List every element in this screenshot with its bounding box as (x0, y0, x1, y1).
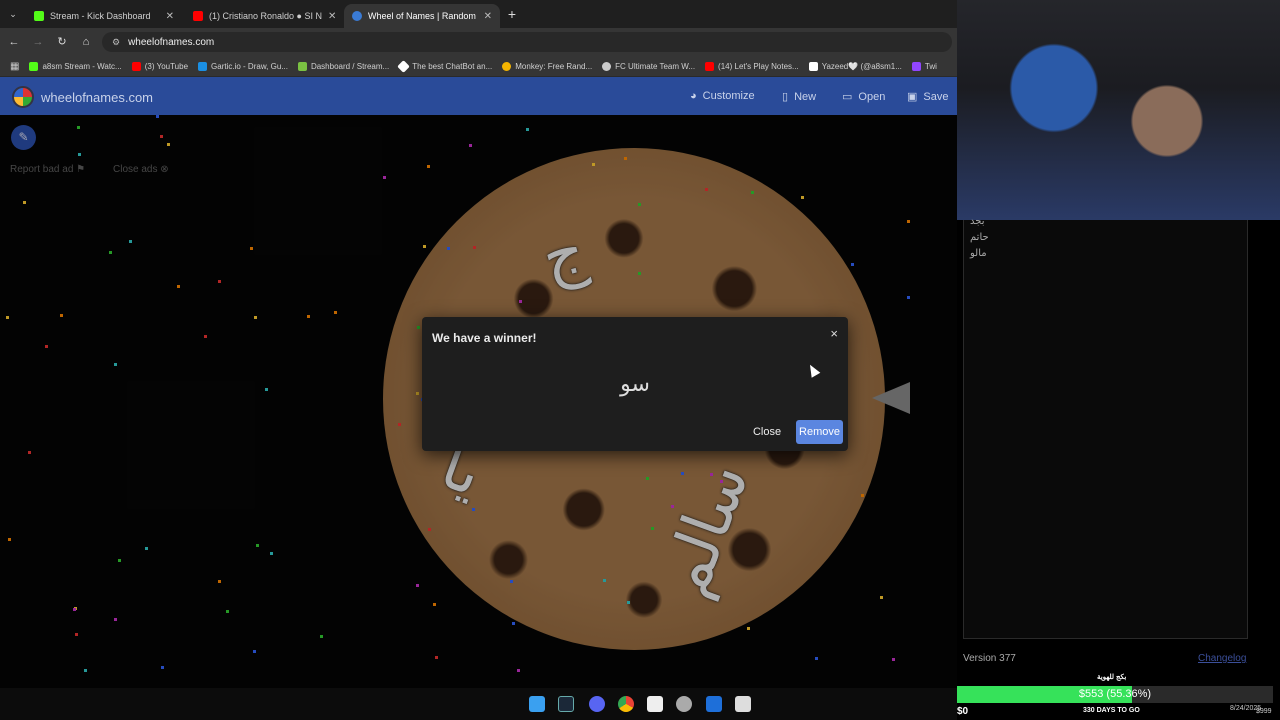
dashboard-icon (297, 61, 307, 71)
kick-icon (34, 11, 44, 21)
goal-title: بكج للهوية (1097, 674, 1127, 681)
goal-start: $0 (957, 706, 969, 717)
entry-item[interactable]: مالو (970, 248, 987, 259)
gartic-icon (198, 61, 208, 71)
bookmark-item[interactable]: (14) Let's Play Notes... (705, 61, 799, 71)
tab-label: Stream - Kick Dashboard (50, 11, 151, 21)
bookmark-item[interactable]: Twi (911, 61, 937, 71)
palette-icon: ◕ (690, 90, 697, 102)
bookmark-item[interactable]: The best ChatBot an... (397, 59, 493, 73)
forward-arrow-icon[interactable]: → (30, 34, 46, 50)
goal-days-left: 330 DAYS TO GO (1083, 707, 1140, 714)
save-button[interactable]: ▣ Save (907, 90, 949, 104)
site-info-icon[interactable]: ⚙ (112, 37, 120, 48)
chatbot-icon (397, 59, 411, 73)
goal-target: $999 (1256, 708, 1272, 715)
open-label: Open (858, 90, 886, 103)
new-button[interactable]: ▯ New (782, 90, 817, 104)
url-text: wheelofnames.com (128, 36, 215, 48)
bookmark-label: FC Ultimate Team W... (615, 61, 696, 71)
folder-icon: ▭ (842, 91, 853, 103)
customize-button[interactable]: ◕ Customize (690, 90, 755, 102)
tab-wheel-of-names[interactable]: Wheel of Names | Random ✕ (344, 4, 500, 28)
dialog-title: We have a winner! (432, 331, 537, 345)
new-label: New (794, 90, 817, 103)
wheel-logo-icon[interactable] (12, 86, 34, 108)
close-tab-icon[interactable]: ✕ (166, 11, 174, 22)
close-icon[interactable]: × (830, 326, 838, 341)
youtube-icon (131, 61, 141, 71)
discord-icon[interactable] (589, 696, 605, 712)
monkey-icon (502, 61, 512, 71)
tab-kick-dashboard[interactable]: Stream - Kick Dashboard ✕ (26, 4, 182, 28)
bookmark-item[interactable]: Gartic.io - Draw, Gu... (198, 61, 288, 71)
back-arrow-icon[interactable]: ← (6, 34, 22, 50)
goal-amount: $553 (55.36%) (1078, 688, 1152, 700)
wheel-page: ✎ Report bad ad ⚑ Close ads ⊗ ج سالم يا … (0, 115, 957, 688)
close-tab-icon[interactable]: ✕ (328, 11, 336, 22)
bookmarks-bar: ▦ a8sm Stream - Watc... (3) YouTube Gart… (0, 56, 957, 77)
bookmark-item[interactable]: Yazeed🤍 (@a8sm1... (808, 61, 902, 71)
new-tab-plus-icon[interactable]: + (503, 6, 521, 22)
tab-youtube[interactable]: (1) Cristiano Ronaldo ● SI N ✕ (185, 4, 341, 28)
tab-strip: ⌄ Stream - Kick Dashboard ✕ (1) Cristian… (0, 0, 957, 28)
winner-dialog: We have a winner! × سو Close Remove (422, 317, 848, 451)
bookmark-item[interactable]: a8sm Stream - Watc... (29, 61, 122, 71)
winner-name: سو (620, 372, 650, 397)
file-icon: ▯ (782, 91, 789, 103)
steam-icon[interactable] (558, 696, 574, 712)
youtube-icon (705, 61, 715, 71)
settings-gear-icon[interactable] (676, 696, 692, 712)
youtube-icon (193, 11, 203, 21)
bookmark-label: Gartic.io - Draw, Gu... (211, 61, 288, 71)
url-bar[interactable]: ⚙ wheelofnames.com (102, 32, 952, 52)
tab-label: (1) Cristiano Ronaldo ● SI N (209, 11, 322, 21)
entry-item[interactable]: حاتم (970, 232, 989, 243)
customize-label: Customize (702, 90, 755, 102)
changelog-link[interactable]: Changelog (1198, 653, 1246, 664)
open-button[interactable]: ▭ Open (842, 90, 886, 104)
tab-search-chevron-icon[interactable]: ⌄ (4, 6, 22, 22)
save-icon: ▣ (907, 91, 918, 103)
bookmark-label: (3) YouTube (144, 61, 189, 71)
webcam-feed (957, 0, 1280, 220)
bookmark-label: Dashboard / Stream... (310, 61, 390, 71)
battlenet-icon[interactable] (706, 696, 722, 712)
bookmark-label: (14) Let's Play Notes... (718, 61, 799, 71)
bookmark-label: Yazeed🤍 (@a8sm1... (821, 61, 902, 71)
kick-icon (29, 61, 39, 71)
bookmark-item[interactable]: (3) YouTube (131, 61, 189, 71)
save-label: Save (923, 90, 949, 103)
site-header: wheelofnames.com ◕ Customize ▯ New ▭ Open ▣… (0, 77, 957, 115)
close-button[interactable]: Close (746, 420, 788, 444)
reload-icon[interactable]: ↻ (54, 34, 70, 50)
bookmark-item[interactable]: Monkey: Free Rand... (502, 61, 593, 71)
version-text: Version 377 (963, 653, 1016, 664)
taskbar (0, 688, 957, 720)
twitch-icon (911, 61, 921, 71)
entries-list[interactable]: بجد حاتم مالو (963, 216, 1248, 639)
bookmark-item[interactable]: FC Ultimate Team W... (602, 61, 696, 71)
remove-button[interactable]: Remove (796, 420, 843, 444)
site-name[interactable]: wheelofnames.com (41, 90, 153, 105)
entry-item[interactable]: بجد (970, 216, 985, 227)
bookmark-label: a8sm Stream - Watc... (42, 61, 122, 71)
wheel-favicon-icon (352, 11, 362, 21)
chrome-icon[interactable] (618, 696, 634, 712)
tiktok-icon (808, 61, 818, 71)
bookmark-label: The best ChatBot an... (412, 61, 493, 71)
capcut-icon[interactable] (735, 696, 751, 712)
bookmark-label: Monkey: Free Rand... (515, 61, 593, 71)
close-tab-icon[interactable]: ✕ (484, 11, 492, 22)
globe-icon (602, 61, 612, 71)
home-icon[interactable]: ⌂ (78, 34, 94, 50)
bookmark-label: Twi (924, 61, 937, 71)
address-toolbar: ← → ↻ ⌂ ⚙ wheelofnames.com (0, 28, 957, 56)
apps-grid-icon[interactable]: ▦ (10, 61, 19, 72)
tab-label: Wheel of Names | Random (368, 11, 476, 21)
windows-start-icon[interactable] (529, 696, 545, 712)
obs-icon[interactable] (647, 696, 663, 712)
bookmark-item[interactable]: Dashboard / Stream... (297, 61, 390, 71)
